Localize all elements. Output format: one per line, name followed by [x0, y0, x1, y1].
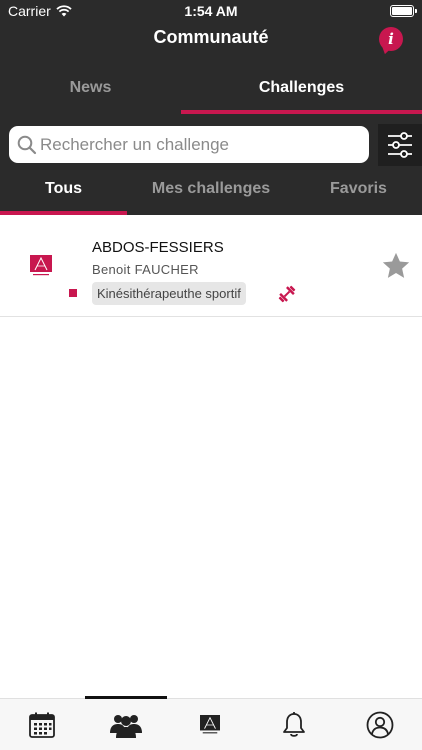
- challenge-title: ABDOS-FESSIERS: [92, 239, 224, 256]
- tab-home[interactable]: [168, 699, 252, 750]
- app-header: Carrier 1:54 AM Communauté i News Challe…: [0, 0, 422, 215]
- tab-community[interactable]: [84, 699, 168, 750]
- tab-mes-challenges[interactable]: Mes challenges: [127, 168, 295, 215]
- info-button[interactable]: i: [379, 27, 403, 51]
- brand-logo-icon: [200, 715, 220, 734]
- community-icon: [110, 715, 142, 738]
- page-title: Communauté: [153, 27, 269, 47]
- search-field[interactable]: [9, 126, 369, 163]
- tab-tous[interactable]: Tous: [0, 168, 127, 215]
- brand-logo-icon: [30, 255, 52, 276]
- category-marker: [69, 289, 77, 297]
- top-tab-bar: News Challenges: [0, 68, 422, 116]
- filter-button[interactable]: [378, 124, 422, 166]
- favorite-star-icon[interactable]: [380, 251, 412, 281]
- challenge-tag: Kinésithérapeuthe sportif: [92, 282, 246, 305]
- challenge-list-item[interactable]: ABDOS-FESSIERS Benoit FAUCHER Kinésithér…: [0, 215, 422, 317]
- search-row: [0, 124, 422, 166]
- sliders-icon: [388, 132, 412, 158]
- tab-challenges[interactable]: Challenges: [181, 68, 422, 116]
- calendar-icon: [29, 712, 55, 738]
- clock: 1:54 AM: [184, 3, 238, 19]
- challenge-author: Benoit FAUCHER: [92, 262, 199, 277]
- search-icon: [17, 135, 37, 155]
- dumbbell-icon: [278, 285, 296, 303]
- filter-tab-bar: Tous Mes challenges Favoris: [0, 168, 422, 215]
- battery-icon: [390, 5, 417, 17]
- tab-news[interactable]: News: [0, 68, 181, 116]
- bell-icon: [283, 712, 305, 737]
- tab-calendar[interactable]: [0, 699, 84, 750]
- tab-profile[interactable]: [338, 699, 422, 750]
- bottom-tab-bar: [0, 696, 422, 750]
- tab-favoris[interactable]: Favoris: [295, 168, 422, 215]
- status-bar: Carrier 1:54 AM: [0, 0, 422, 22]
- profile-icon: [366, 711, 394, 739]
- tab-notifications[interactable]: [252, 699, 336, 750]
- info-icon: i: [388, 30, 394, 48]
- search-input[interactable]: [40, 126, 360, 163]
